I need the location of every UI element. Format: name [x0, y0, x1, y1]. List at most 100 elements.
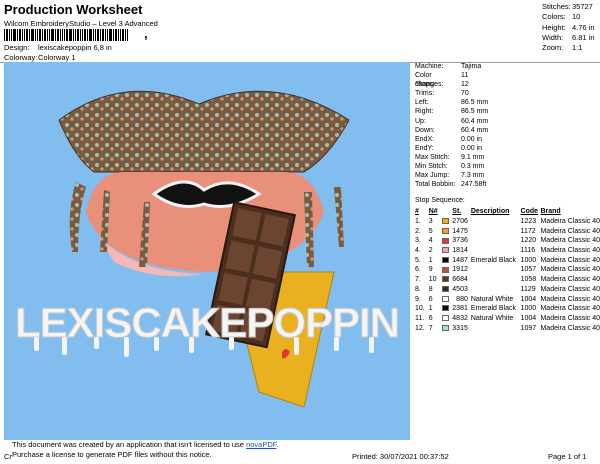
- thread-description: [471, 236, 521, 246]
- machine-info-row: Machine: Tajima: [415, 62, 488, 71]
- thread-description: [471, 217, 521, 227]
- thread-code: 1116: [520, 247, 536, 255]
- thread-description: [471, 246, 521, 256]
- needle-number: 10: [428, 276, 437, 284]
- row-number: 8.: [415, 285, 421, 293]
- row-number: 12.: [415, 324, 425, 332]
- stat-row: Height: 4.76 in: [542, 23, 595, 33]
- color-swatch: [442, 255, 452, 265]
- stat-row: Colors: 10: [542, 12, 595, 22]
- stitch-count: 4503: [452, 285, 468, 293]
- design-row: Design: lexiscakepoppin 6,8 in: [4, 43, 112, 52]
- thread-code: 1004: [520, 314, 537, 322]
- row-number: 1.: [415, 218, 421, 226]
- machine-info-value: 12: [461, 81, 469, 89]
- thread-brand: Madeira Classic 40: [540, 266, 600, 274]
- stitch-count: 2381: [452, 305, 468, 313]
- needle-number: 9: [428, 266, 433, 274]
- row-number: 3.: [415, 237, 421, 245]
- stat-value: 6.81 in: [572, 32, 595, 42]
- machine-info-label: Stops:: [415, 81, 435, 89]
- thread-code: 1058: [520, 276, 537, 284]
- color-swatch-icon: [442, 237, 450, 244]
- needle-number: 1: [428, 305, 433, 313]
- color-swatch: [442, 285, 452, 295]
- stat-label: Stitches:: [542, 2, 571, 11]
- thread-description: Emerald Black: [470, 256, 516, 264]
- stitch-count: 1912: [452, 266, 468, 274]
- stitch-count: 3315: [452, 324, 468, 332]
- needle-number: 2: [428, 247, 433, 255]
- design-label: Design:: [4, 43, 30, 52]
- colorway-row: Colorway: Colorway 1: [4, 53, 76, 62]
- stop-sequence-row: 7. 10 6684 1058 Madeira Classic 40: [415, 275, 600, 285]
- machine-info-value: 247.58ft: [461, 181, 487, 189]
- thread-description: [471, 275, 521, 285]
- machine-info-value: 60.4 mm: [461, 126, 489, 134]
- machine-info-label: Right:: [415, 108, 434, 116]
- color-swatch: [442, 226, 452, 236]
- color-swatch: [442, 275, 452, 285]
- row-number: 10.: [415, 305, 425, 313]
- machine-info-value: 0.00 in: [461, 144, 483, 152]
- row-number: 5.: [415, 256, 421, 264]
- stop-sequence-row: 2. 5 1475 1172 Madeira Classic 40: [415, 226, 600, 236]
- color-swatch-icon: [442, 218, 450, 225]
- color-swatch-icon: [442, 305, 450, 312]
- barcode-separator: ,: [144, 26, 148, 41]
- machine-info-value: 60.4 mm: [461, 117, 489, 125]
- color-swatch: [442, 304, 452, 314]
- machine-info-label: Left:: [415, 99, 429, 107]
- thread-code: 1223: [520, 218, 537, 226]
- machine-info-row: Trims: 70: [415, 89, 488, 98]
- machine-info-value: 86.5 mm: [461, 108, 489, 116]
- stitch-count: 6684: [452, 276, 468, 284]
- row-number: 4.: [415, 247, 421, 255]
- page-number: Page 1 of 1: [548, 452, 587, 461]
- machine-info-row: EndX: 0.00 in: [415, 135, 488, 144]
- col-header-description: Description: [470, 208, 510, 216]
- color-swatch: [442, 314, 452, 324]
- stitch-count: 1814: [452, 247, 468, 255]
- machine-info-label: EndX:: [415, 135, 435, 143]
- colorway-value: Colorway 1: [38, 53, 76, 62]
- thread-code: 1004: [520, 295, 537, 303]
- notice-text: This document was created by an applicat…: [12, 440, 247, 449]
- stat-label: Zoom:: [542, 43, 564, 53]
- color-swatch-icon: [442, 227, 450, 234]
- needle-number: 6: [428, 295, 433, 303]
- colorway-label: Colorway:: [4, 53, 38, 62]
- needle-number: 5: [428, 227, 433, 235]
- stitch-count: 1487: [452, 256, 468, 264]
- machine-info-label: Trims:: [415, 90, 435, 98]
- novapdf-link[interactable]: novaPDF: [246, 440, 276, 449]
- thread-brand: Madeira Classic 40: [540, 276, 600, 284]
- row-number: 6.: [415, 266, 421, 274]
- stat-row: Stitches: 35727: [542, 2, 595, 12]
- col-header-brand: Brand: [540, 208, 561, 216]
- stat-value: 10: [572, 12, 581, 22]
- machine-info-row: Stops: 12: [415, 80, 488, 89]
- thread-description: [471, 285, 521, 295]
- col-header-needle: N#: [428, 208, 438, 216]
- machine-info-row: Min Stitch: 0.3 mm: [415, 162, 488, 171]
- machine-info-label: Machine:: [415, 63, 444, 70]
- color-swatch-icon: [442, 286, 450, 292]
- machine-info-row: Right: 86.5 mm: [415, 107, 488, 116]
- stop-sequence-row: 6. 9 1912 1057 Madeira Classic 40: [415, 265, 600, 275]
- machine-info-row: Down: 60.4 mm: [415, 126, 488, 135]
- lips-graphic: [58, 90, 350, 277]
- thread-brand: Madeira Classic 40: [540, 285, 600, 293]
- machine-info-row: Left: 86.5 mm: [415, 98, 488, 107]
- thread-description: [471, 323, 521, 333]
- machine-info-value: 70: [461, 90, 469, 98]
- machine-info-value: 86.5 mm: [461, 99, 489, 107]
- notice-text-2: Purchase a license to generate PDF files…: [12, 450, 212, 459]
- barcode: [4, 29, 142, 41]
- worksheet-title: Production Worksheet: [4, 2, 143, 17]
- design-stats: Stitches: 35727 Colors: 10 Height: 4.76 in Wid…: [542, 2, 595, 53]
- stop-sequence-title: Stop Sequence:: [415, 197, 465, 204]
- color-swatch: [442, 294, 452, 304]
- machine-info-row: Up: 60.4 mm: [415, 117, 488, 126]
- row-number: 2.: [415, 227, 421, 235]
